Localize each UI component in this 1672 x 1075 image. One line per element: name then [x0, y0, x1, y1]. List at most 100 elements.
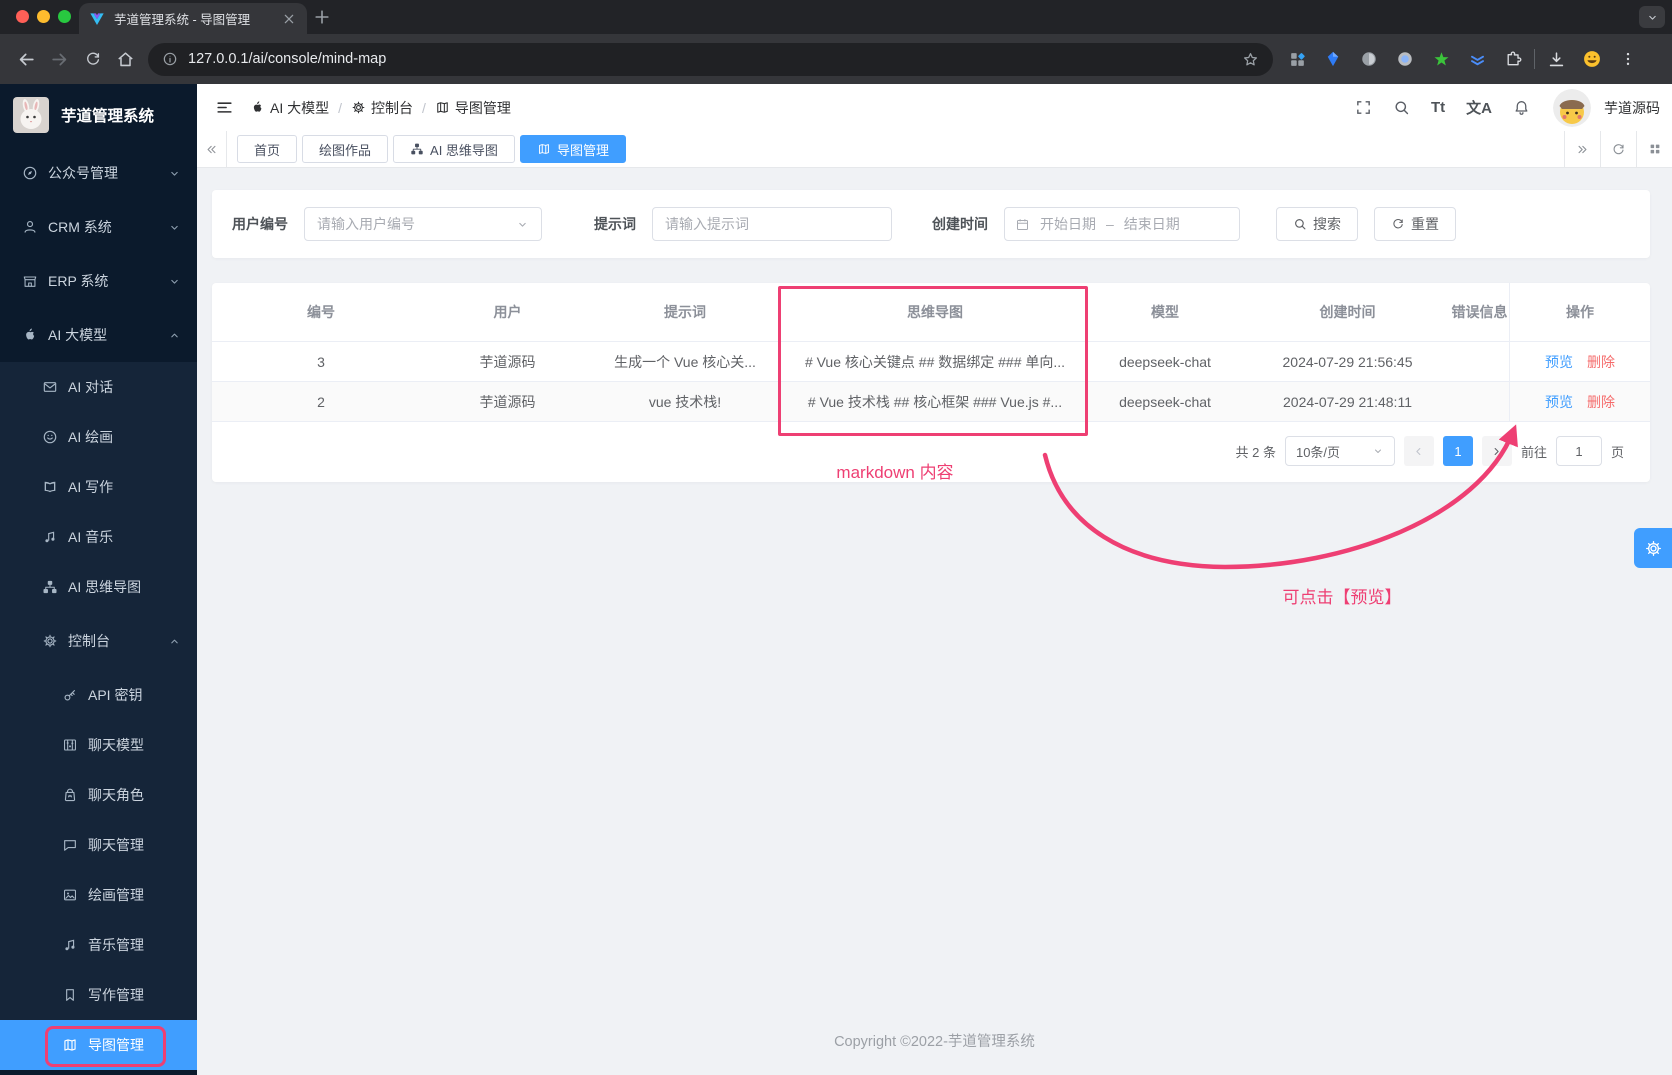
header-tools: Tt 文A 芋道源码 — [1355, 88, 1660, 127]
sidebar-item-console[interactable]: 控制台 — [0, 612, 197, 670]
app-logo[interactable]: 芋道管理系统 — [0, 84, 197, 146]
search-icon[interactable] — [1393, 99, 1410, 116]
home-button[interactable] — [109, 42, 142, 76]
url-text[interactable]: 127.0.0.1/ai/console/mind-map — [188, 51, 1232, 67]
annotation-markdown-note: markdown 内容 — [836, 463, 954, 482]
map-icon — [435, 100, 450, 115]
breadcrumb-item-mindmap[interactable]: 导图管理 — [435, 98, 511, 118]
sidebar-item-mindmap-manage[interactable]: 导图管理 — [0, 1020, 197, 1070]
fullscreen-icon[interactable] — [1355, 99, 1372, 116]
reload-button[interactable] — [76, 42, 109, 76]
extension-circle-gray-icon[interactable] — [1351, 44, 1387, 74]
language-tool[interactable]: 文A — [1466, 97, 1492, 118]
sidebar-item-music-manage[interactable]: 音乐管理 — [0, 920, 197, 970]
page-tab-draw-works[interactable]: 绘图作品 — [302, 135, 389, 163]
tab-list-button[interactable] — [1639, 6, 1665, 28]
sidebar-item-ai-mindmap[interactable]: AI 思维导图 — [0, 562, 197, 612]
extension-circle-blue-icon[interactable] — [1387, 44, 1423, 74]
sidebar-item-ai[interactable]: AI 大模型 — [0, 308, 197, 362]
user-avatar[interactable] — [1553, 88, 1591, 127]
cell-created: 2024-07-29 21:56:45 — [1282, 353, 1413, 370]
extension-green-star-icon[interactable] — [1423, 44, 1459, 74]
address-bar[interactable]: 127.0.0.1/ai/console/mind-map — [148, 42, 1273, 76]
layout-grid-button[interactable] — [1636, 130, 1672, 168]
screen: 芋道管理系统 - 导图管理 127.0.0.1/ai/console/mind-… — [0, 0, 1672, 1075]
next-page-button[interactable] — [1481, 436, 1512, 466]
cell-model: deepseek-chat — [1119, 353, 1211, 370]
minimize-window-button[interactable] — [37, 10, 50, 23]
map-icon — [537, 142, 551, 156]
sidebar-item-write-manage[interactable]: 写作管理 — [0, 970, 197, 1020]
sidebar-item-mp[interactable]: 公众号管理 — [0, 146, 197, 200]
forward-button[interactable] — [43, 42, 76, 76]
collapse-sidebar-icon[interactable] — [215, 98, 234, 117]
pagination: 共 2 条 10条/页 1 前往 页 — [1236, 436, 1624, 466]
extension-layers-icon[interactable] — [1459, 44, 1495, 74]
extensions-puzzle-icon[interactable] — [1495, 44, 1531, 74]
chevron-up-icon — [168, 635, 181, 648]
preview-link[interactable]: 预览 — [1545, 392, 1573, 412]
sidebar-item-chat-manage[interactable]: 聊天管理 — [0, 820, 197, 870]
current-page-button[interactable]: 1 — [1442, 436, 1473, 466]
breadcrumb-item-ai[interactable]: AI 大模型 — [250, 98, 329, 118]
close-window-button[interactable] — [16, 10, 29, 23]
chevron-down-icon — [168, 167, 181, 180]
mindmap-table-card: 编号 用户 提示词 思维导图 模型 创建时间 错误信息 操作 3 芋道源码 生成… — [212, 283, 1650, 482]
cell-model: deepseek-chat — [1119, 393, 1211, 410]
font-size-tool[interactable]: Tt — [1431, 99, 1445, 116]
browser-menu-icon[interactable] — [1610, 44, 1646, 74]
sidebar-item-chat-role[interactable]: 聊天角色 — [0, 770, 197, 820]
browser-tab-title: 芋道管理系统 - 导图管理 — [114, 13, 251, 27]
delete-link[interactable]: 删除 — [1587, 392, 1615, 412]
sidebar-item-ai-draw[interactable]: AI 绘画 — [0, 412, 197, 462]
sidebar-item-crm[interactable]: CRM 系统 — [0, 200, 197, 254]
prompt-input[interactable] — [652, 207, 892, 241]
goto-page-input[interactable] — [1555, 436, 1602, 466]
bookmark-star-icon[interactable] — [1242, 51, 1259, 68]
page-tab-mindmap-manage[interactable]: 导图管理 — [519, 135, 626, 163]
sidebar-item-chat-model[interactable]: 聊天模型 — [0, 720, 197, 770]
extension-balloon-icon[interactable] — [1315, 44, 1351, 74]
user-name[interactable]: 芋道源码 — [1604, 98, 1660, 118]
sidebar-item-ai-music[interactable]: AI 音乐 — [0, 512, 197, 562]
sidebar-item-ai-chat[interactable]: AI 对话 — [0, 362, 197, 412]
extension-grid-icon[interactable] — [1279, 44, 1315, 74]
bell-icon[interactable] — [1513, 99, 1530, 116]
user-id-label: 用户编号 — [232, 216, 288, 232]
table-row: 3 芋道源码 生成一个 Vue 核心关... # Vue 核心关键点 ## 数据… — [212, 342, 1650, 382]
create-time-label: 创建时间 — [932, 216, 988, 232]
search-icon — [1293, 217, 1307, 231]
refresh-page-button[interactable] — [1600, 130, 1636, 168]
page-size-select[interactable]: 10条/页 — [1284, 436, 1395, 466]
tabs-scroll-right-button[interactable] — [1564, 130, 1600, 168]
user-id-select[interactable]: 请输入用户编号 — [304, 207, 542, 241]
theme-settings-button[interactable] — [1634, 528, 1672, 568]
preview-link[interactable]: 预览 — [1545, 352, 1573, 372]
close-tab-icon[interactable] — [281, 11, 297, 27]
downloads-icon[interactable] — [1538, 44, 1574, 74]
sidebar-item-erp[interactable]: ERP 系统 — [0, 254, 197, 308]
cell-user: 芋道源码 — [479, 393, 536, 410]
reset-button[interactable]: 重置 — [1374, 207, 1456, 241]
page-tab-ai-mindmap[interactable]: AI 思维导图 — [393, 135, 515, 163]
sidebar-item-draw-manage[interactable]: 绘画管理 — [0, 870, 197, 920]
browser-tab[interactable]: 芋道管理系统 - 导图管理 — [79, 3, 307, 34]
goto-label: 前往 — [1520, 444, 1547, 460]
prev-page-button[interactable] — [1403, 436, 1434, 466]
date-range-picker[interactable]: 开始日期 – 结束日期 — [1004, 207, 1240, 241]
annotation-preview-note: 可点击【预览】 — [1282, 588, 1402, 607]
cell-created: 2024-07-29 21:48:11 — [1283, 393, 1412, 410]
breadcrumb-item-console[interactable]: 控制台 — [351, 98, 413, 118]
sidebar-item-api-key[interactable]: API 密钥 — [0, 670, 197, 720]
emoji-extension-icon[interactable] — [1574, 44, 1610, 74]
sidebar-item-ai-write[interactable]: AI 写作 — [0, 462, 197, 512]
site-info-icon[interactable] — [162, 51, 178, 67]
back-button[interactable] — [10, 42, 43, 76]
tabs-scroll-left-button[interactable] — [197, 130, 227, 168]
new-tab-button[interactable] — [312, 7, 332, 27]
breadcrumb-separator: / — [338, 99, 343, 116]
page-tab-home[interactable]: 首页 — [237, 135, 298, 163]
maximize-window-button[interactable] — [58, 10, 71, 23]
delete-link[interactable]: 删除 — [1587, 352, 1615, 372]
search-button[interactable]: 搜索 — [1276, 207, 1358, 241]
